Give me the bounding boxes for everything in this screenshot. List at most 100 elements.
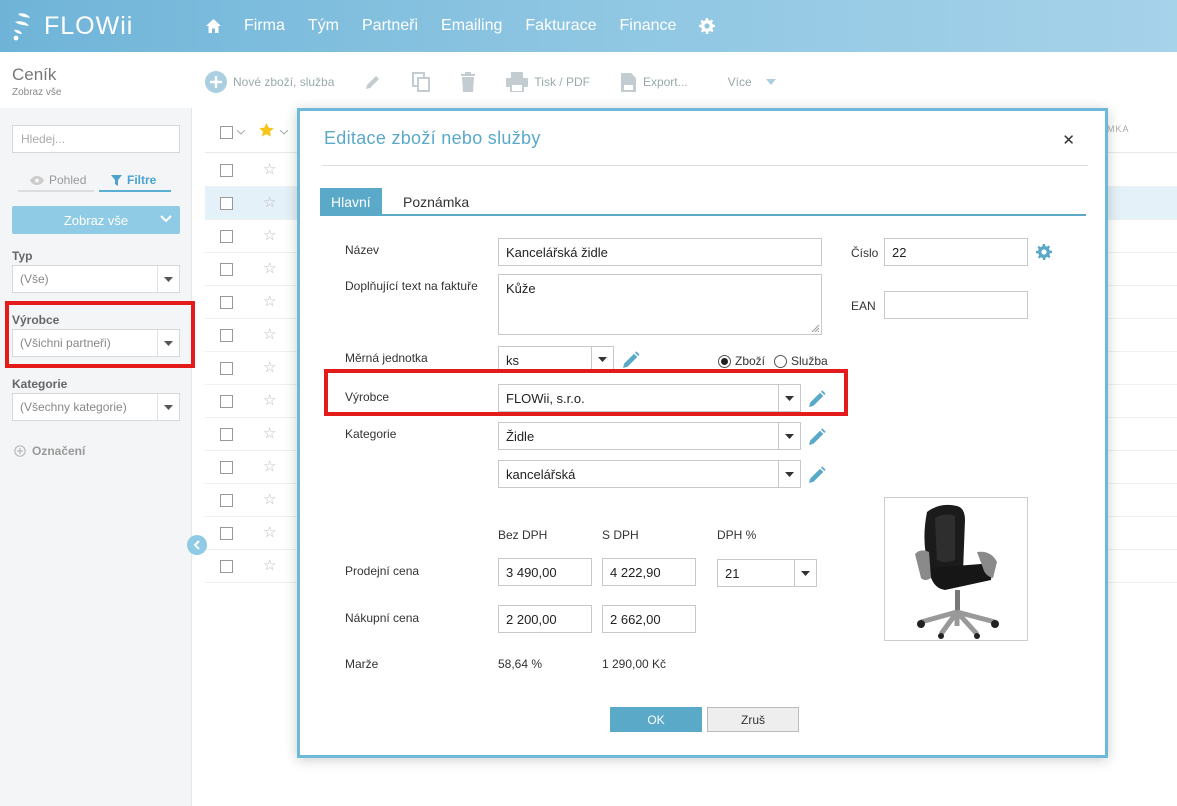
office-chair-image (915, 504, 999, 639)
more-menu[interactable]: Více (728, 75, 776, 89)
row-checkbox[interactable] (220, 395, 233, 408)
star-outline-icon[interactable]: ☆ (263, 259, 276, 277)
cislo-label: Číslo (851, 246, 879, 260)
star-outline-icon[interactable]: ☆ (263, 292, 276, 310)
row-checkbox[interactable] (220, 296, 233, 309)
star-outline-icon[interactable]: ☆ (263, 325, 276, 343)
marze-label: Marže (345, 657, 379, 671)
row-checkbox[interactable] (220, 428, 233, 441)
nakupni-s-input[interactable]: 2 662,00 (602, 605, 696, 633)
print-label: Tisk / PDF (534, 75, 590, 89)
doplnujici-label: Doplňující text na faktuře (345, 279, 478, 293)
star-outline-icon[interactable]: ☆ (263, 457, 276, 475)
row-checkbox[interactable] (220, 164, 233, 177)
prodejni-bez-input[interactable]: 3 490,00 (498, 558, 592, 586)
nav-emailing[interactable]: Emailing (441, 17, 502, 35)
search-input[interactable]: Hledej... (12, 125, 180, 153)
ok-button[interactable]: OK (610, 707, 702, 732)
product-image[interactable] (884, 497, 1028, 641)
star-outline-icon[interactable]: ☆ (263, 490, 276, 508)
star-outline-icon[interactable]: ☆ (263, 226, 276, 244)
tab-filtre[interactable]: Filtre (99, 170, 171, 192)
pencil-icon (366, 76, 380, 89)
collapse-sidebar-button[interactable] (187, 535, 207, 555)
kategorie-select[interactable]: Židle (498, 422, 801, 450)
radio-sluzba[interactable]: Služba (774, 354, 828, 368)
row-checkbox[interactable] (220, 197, 233, 210)
row-checkbox[interactable] (220, 494, 233, 507)
ean-label: EAN (851, 299, 876, 313)
typ-select[interactable]: (Vše) (12, 265, 180, 293)
resize-handle-icon[interactable] (811, 324, 819, 332)
flowii-logo-icon (13, 13, 30, 41)
nav-finance[interactable]: Finance (620, 17, 677, 35)
radio-dot (774, 354, 787, 368)
star-outline-icon[interactable]: ☆ (263, 556, 276, 574)
show-all-dropdown[interactable]: Zobraz vše (12, 206, 180, 234)
podkategorie-select[interactable]: kancelářská (498, 460, 801, 488)
nav-fakturace[interactable]: Fakturace (525, 17, 596, 35)
nav-home[interactable] (205, 18, 222, 34)
row-checkbox[interactable] (220, 362, 233, 375)
new-item-button[interactable]: Nové zboží, služba (205, 71, 334, 93)
close-icon[interactable]: ✕ (1062, 131, 1075, 149)
star-outline-icon[interactable]: ☆ (263, 523, 276, 541)
tab-poznamka[interactable]: Poznámka (392, 188, 480, 215)
new-item-label: Nové zboží, služba (233, 75, 335, 89)
star-outline-icon[interactable]: ☆ (263, 424, 276, 442)
oznaceni-toggle[interactable]: Označení (14, 444, 85, 458)
kategorie-select[interactable]: (Všechny kategorie) (12, 393, 180, 421)
caret-down-icon (765, 79, 776, 85)
tab-hlavni[interactable]: Hlavní (320, 188, 382, 215)
copy-button[interactable] (412, 72, 431, 92)
row-checkbox[interactable] (220, 230, 233, 243)
row-checkbox[interactable] (220, 527, 233, 540)
star-outline-icon[interactable]: ☆ (263, 391, 276, 409)
dialog-tabs: Hlavní Poznámka (320, 188, 1086, 216)
logo[interactable]: FLOWii (12, 10, 133, 42)
tab-pohled[interactable]: Pohled (18, 170, 94, 192)
pencil-icon[interactable] (808, 466, 826, 484)
prodejni-s-input[interactable]: 4 222,90 (602, 558, 696, 586)
radio-zbozi[interactable]: Zboží (718, 354, 765, 368)
row-checkbox[interactable] (220, 263, 233, 276)
nakupni-bez-input[interactable]: 2 200,00 (498, 605, 592, 633)
row-checkbox[interactable] (220, 329, 233, 342)
star-filled-icon[interactable] (259, 123, 274, 137)
dph-select[interactable]: 21 (717, 559, 817, 587)
nav-partneri[interactable]: Partneři (362, 17, 418, 35)
delete-button[interactable] (460, 72, 476, 92)
nav-settings[interactable] (699, 18, 716, 34)
marze-pct-value: 58,64 % (498, 657, 543, 671)
doplnujici-textarea[interactable]: Kůže (498, 274, 822, 335)
row-checkbox[interactable] (220, 461, 233, 474)
star-outline-icon[interactable]: ☆ (263, 160, 276, 178)
chevron-down-icon (280, 130, 288, 135)
select-all-checkbox[interactable] (220, 126, 233, 139)
chevron-down-icon (160, 215, 172, 223)
cancel-button[interactable]: Zruš (707, 707, 799, 732)
cislo-input[interactable]: 22 (884, 238, 1028, 266)
export-file-icon (620, 72, 636, 92)
eye-icon (30, 175, 44, 185)
caret-down-icon (778, 461, 800, 487)
edit-button[interactable] (364, 73, 382, 91)
sidebar: Hledej... Pohled Filtre Zobraz vše Typ (… (0, 108, 192, 806)
toolbar: Nové zboží, služba Tisk / PDF Export... … (205, 58, 1177, 106)
show-all-label: Zobraz vše (63, 212, 129, 228)
nav-tym[interactable]: Tým (308, 17, 339, 35)
radio-zbozi-label: Zboží (735, 354, 766, 368)
star-outline-icon[interactable]: ☆ (263, 358, 276, 376)
pencil-icon[interactable] (808, 428, 826, 446)
pencil-icon[interactable] (622, 351, 640, 369)
star-outline-icon[interactable]: ☆ (263, 193, 276, 211)
gear-icon[interactable] (1036, 244, 1052, 260)
nazev-input[interactable]: Kancelářská židle (498, 238, 822, 266)
print-button[interactable]: Tisk / PDF (506, 72, 590, 92)
ean-input[interactable] (884, 291, 1028, 319)
nav-firma[interactable]: Firma (244, 17, 285, 35)
column-header-tail: MKA (1107, 124, 1130, 134)
copy-icon (412, 72, 431, 92)
export-button[interactable]: Export... (620, 72, 688, 93)
row-checkbox[interactable] (220, 560, 233, 573)
